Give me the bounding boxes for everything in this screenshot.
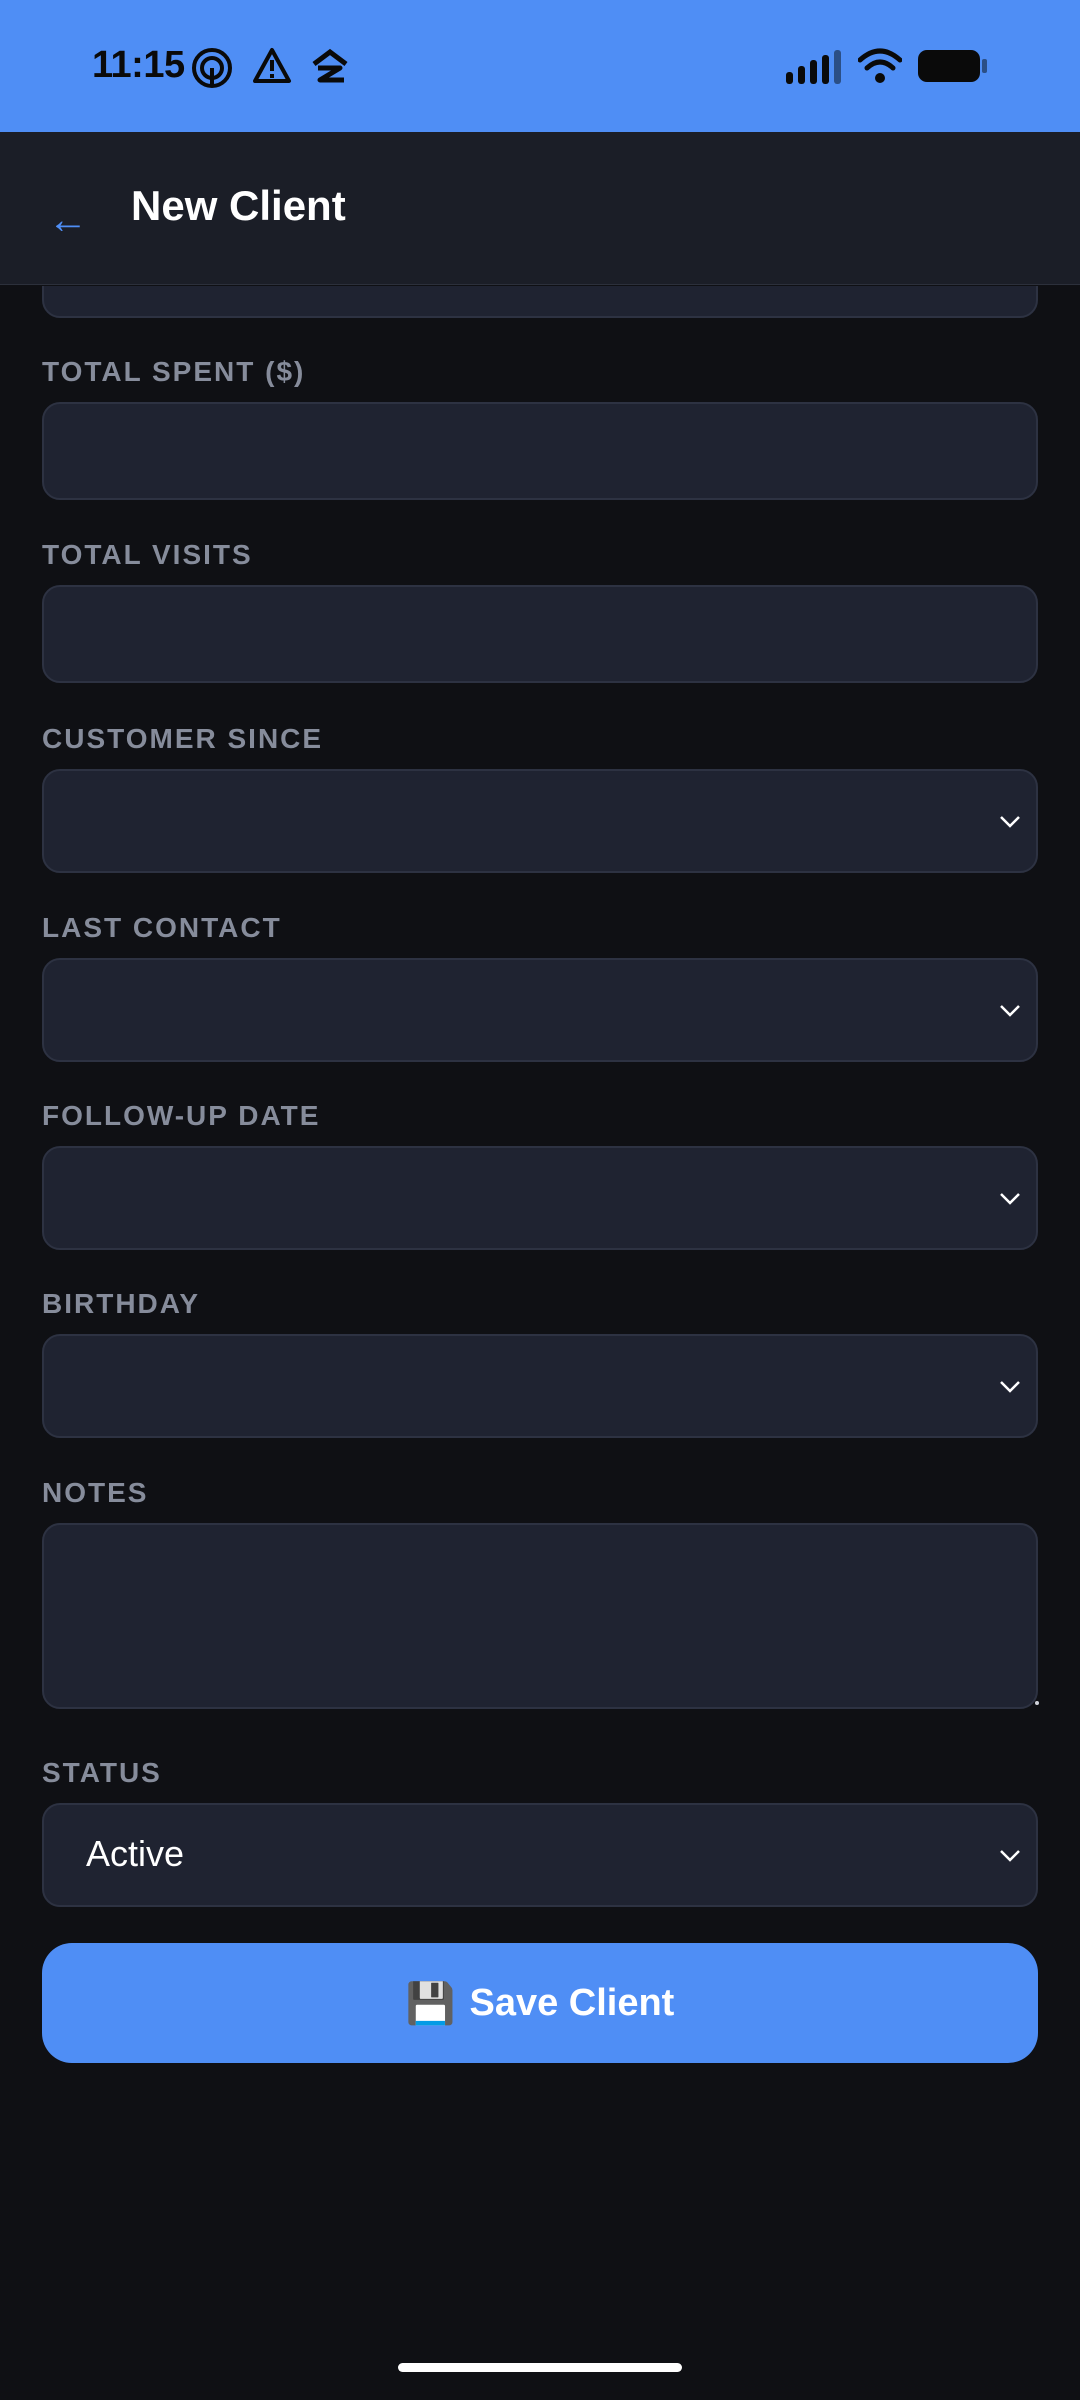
zillow-icon [310,46,350,91]
last-contact-label: LAST CONTACT [42,912,282,943]
chevron-down-icon [998,998,1022,1022]
total-spent-label: TOTAL SPENT ($) [42,356,306,387]
signal-icon [786,50,844,89]
total-visits-label: TOTAL VISITS [42,539,253,570]
chevron-down-icon [998,1374,1022,1398]
status-value: Active [86,1833,185,1874]
status-select[interactable]: Active [42,1803,1038,1907]
birthday-date-field[interactable] [42,1334,1038,1438]
battery-icon [916,48,988,89]
notes-label: NOTES [42,1477,149,1508]
warning-icon [252,46,292,91]
home-indicator[interactable] [398,2363,682,2372]
total-visits-input[interactable] [42,585,1038,683]
chevron-down-icon [998,1843,1022,1867]
save-client-label: Save Client [469,1981,675,2024]
birthday-label: BIRTHDAY [42,1288,201,1319]
status-time: 11:15 [92,44,185,86]
status-bar: 11:15 [0,0,1080,132]
notes-textarea[interactable] [42,1523,1039,1709]
client-form: TOTAL SPENT ($) TOTAL VISITS CUSTOMER SI… [0,286,1080,2400]
app-header: ← New Client [0,132,1080,285]
follow-up-date-field[interactable] [42,1146,1038,1250]
previous-field-input[interactable] [42,286,1038,318]
customer-since-date-field[interactable] [42,769,1038,873]
floppy-disk-icon: 💾 [405,1981,456,2026]
back-arrow-icon[interactable]: ← [48,196,96,244]
customer-since-label: CUSTOMER SINCE [42,723,324,754]
total-spent-input[interactable] [42,402,1038,500]
chevron-down-icon [998,809,1022,833]
save-client-button[interactable]: 💾 Save Client [42,1943,1038,2063]
follow-up-date-label: FOLLOW-UP DATE [42,1100,321,1131]
resize-handle-icon[interactable] [1035,1701,1039,1705]
wifi-icon [857,48,903,89]
page-title: New Client [131,182,346,229]
status-label: STATUS [42,1757,162,1788]
hotspot-icon [190,46,234,95]
chevron-down-icon [998,1186,1022,1210]
last-contact-date-field[interactable] [42,958,1038,1062]
